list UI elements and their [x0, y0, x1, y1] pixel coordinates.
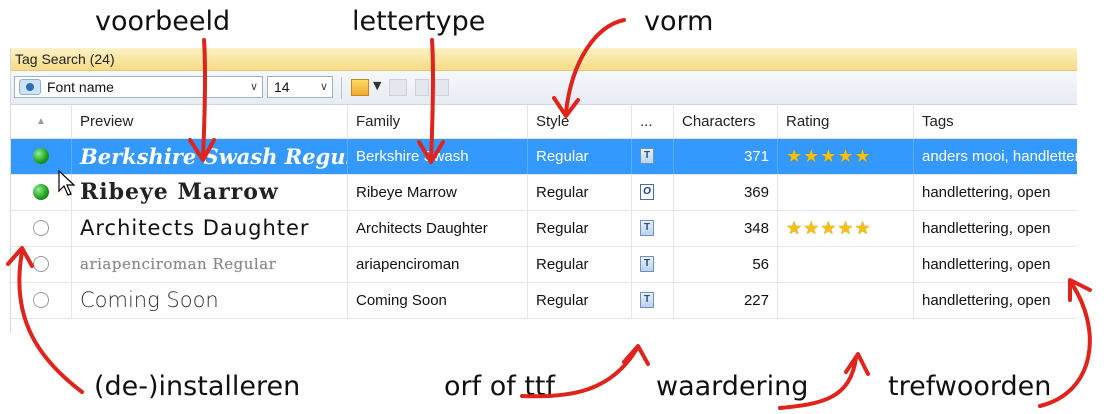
arrow-installeren — [17, 250, 84, 394]
arrow-waardering — [778, 356, 858, 410]
annotation-arrows — [6, 18, 1092, 410]
arrow-trefwoorden — [1038, 282, 1092, 408]
arrow-vorm — [564, 18, 626, 114]
arrow-orf — [520, 348, 638, 399]
arrow-voorbeeld — [201, 38, 208, 160]
arrow-lettertype — [429, 38, 436, 162]
